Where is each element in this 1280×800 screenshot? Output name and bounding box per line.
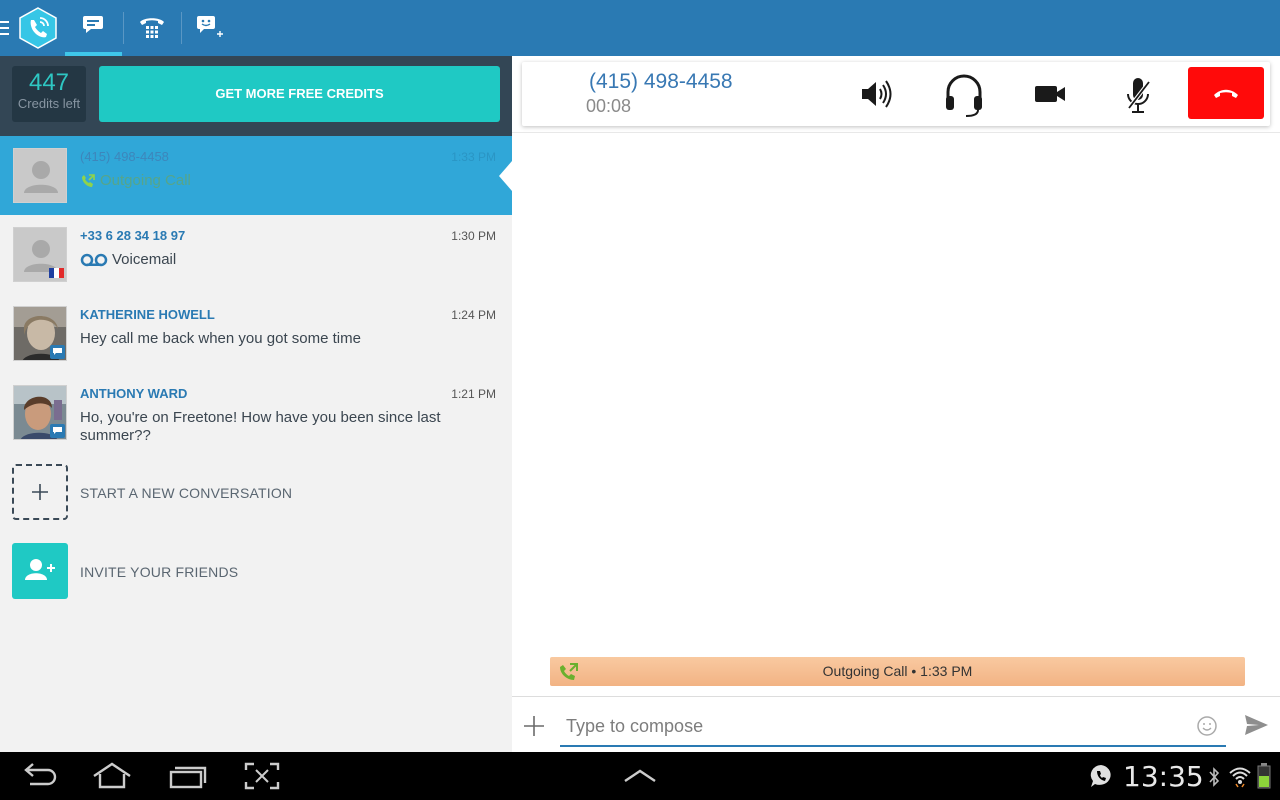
app-window: 447 Credits left GET MORE FREE CREDITS (… [0, 0, 1280, 752]
freetone-status-icon [1090, 765, 1111, 787]
top-bar [0, 0, 1280, 56]
plus-icon [32, 484, 48, 500]
conversation-preview-text: Hey call me back when you got some time [80, 330, 361, 347]
divider [512, 132, 1280, 133]
invite-friends-button[interactable]: INVITE YOUR FRIENDS [0, 543, 512, 603]
conversation-preview: Ho, you're on Freetone! How have you bee… [80, 409, 480, 445]
hamburger-icon[interactable] [0, 21, 9, 35]
conversation-preview: Outgoing Call [80, 172, 480, 190]
home-icon[interactable] [91, 762, 133, 790]
default-avatar-icon [14, 228, 66, 281]
conversation-list-panel: 447 Credits left GET MORE FREE CREDITS (… [0, 56, 512, 752]
video-camera-icon [1035, 86, 1065, 102]
battery-icon [1257, 763, 1271, 789]
conversation-detail-panel: (415) 498-4458 00:08 Outgoing Call • 1:3… [512, 56, 1280, 752]
chat-bubble-icon [83, 16, 103, 33]
chat-badge-icon [50, 345, 65, 359]
contact-photo [14, 386, 66, 439]
add-person-icon [25, 559, 55, 580]
hang-up-button[interactable] [1188, 67, 1264, 119]
new-message-icon [197, 16, 223, 37]
call-duration: 00:08 [586, 96, 632, 116]
avatar [13, 306, 67, 361]
contact-photo [14, 307, 66, 360]
avatar [13, 385, 67, 440]
conversation-item[interactable]: ANTHONY WARD 1:21 PM Ho, you're on Freet… [0, 373, 512, 452]
active-call-card: (415) 498-4458 00:08 [522, 62, 1270, 126]
call-number: (415) 498-4458 [589, 70, 733, 93]
system-nav-bar: 13:35 [0, 752, 1280, 800]
conversation-item[interactable]: +33 6 28 34 18 97 1:30 PM Voicemail [0, 215, 512, 294]
telephone-keypad-icon [140, 18, 164, 38]
get-free-credits-button[interactable]: GET MORE FREE CREDITS [99, 66, 500, 122]
freetone-logo-icon[interactable] [18, 7, 58, 49]
conversation-preview-text: Voicemail [112, 251, 177, 268]
conversation-preview-text: Ho, you're on Freetone! How have you bee… [80, 409, 441, 444]
speaker-button[interactable] [852, 70, 900, 118]
conversation-time: 1:33 PM [451, 150, 496, 164]
credits-counter: 447 Credits left [12, 66, 86, 122]
start-new-conversation-label: START A NEW CONVERSATION [80, 485, 293, 501]
headset-button[interactable] [940, 70, 988, 118]
conversation-name: (415) 498-4458 [80, 149, 169, 164]
status-clock: 13:35 [1123, 760, 1204, 793]
conversation-name: KATHERINE HOWELL [80, 307, 215, 322]
mute-microphone-icon [1127, 78, 1151, 113]
france-flag-icon [49, 268, 64, 278]
new-conversation-box [12, 464, 68, 520]
attach-plus-icon[interactable] [522, 714, 546, 738]
send-icon[interactable] [1243, 713, 1269, 737]
conversation-preview-text: Outgoing Call [100, 172, 191, 189]
conversation-preview: Hey call me back when you got some time [80, 330, 480, 348]
recent-apps-icon[interactable] [168, 762, 208, 790]
call-event-text: Outgoing Call • 1:33 PM [822, 663, 973, 679]
conversation-time: 1:21 PM [451, 387, 496, 401]
credits-label: Credits left [17, 96, 81, 111]
video-button[interactable] [1027, 70, 1075, 118]
conversation-name: ANTHONY WARD [80, 386, 188, 401]
mute-button[interactable] [1114, 70, 1162, 118]
headset-icon [946, 74, 982, 117]
selection-pointer [499, 161, 512, 191]
call-event-banner: Outgoing Call • 1:33 PM [550, 657, 1245, 686]
compose-input[interactable] [560, 707, 1226, 747]
conversation-item[interactable]: (415) 498-4458 1:33 PM Outgoing Call [0, 136, 512, 215]
credits-bar: 447 Credits left GET MORE FREE CREDITS [0, 56, 512, 136]
conversation-time: 1:30 PM [451, 229, 496, 243]
avatar [13, 227, 67, 282]
emoji-icon[interactable] [1196, 715, 1218, 737]
conversation-time: 1:24 PM [451, 308, 496, 322]
default-avatar-icon [14, 149, 66, 202]
tab-new-message[interactable] [182, 0, 238, 56]
avatar [13, 148, 67, 203]
outgoing-call-icon [82, 174, 95, 188]
speaker-icon [862, 80, 892, 108]
conversation-preview: Voicemail [80, 251, 480, 269]
compose-bar [512, 696, 1280, 752]
start-new-conversation-button[interactable]: START A NEW CONVERSATION [0, 464, 512, 524]
voicemail-icon [80, 253, 108, 267]
hang-up-icon [1214, 89, 1238, 98]
invite-box [12, 543, 68, 599]
screenshot-icon[interactable] [244, 762, 280, 790]
bluetooth-icon [1209, 767, 1220, 787]
invite-friends-label: INVITE YOUR FRIENDS [80, 564, 239, 580]
tab-dialer[interactable] [124, 0, 180, 56]
tab-conversations[interactable] [65, 0, 122, 56]
credits-value: 447 [28, 69, 70, 96]
up-arrow-icon[interactable] [622, 768, 658, 784]
chat-badge-icon [50, 424, 65, 438]
wifi-icon [1229, 767, 1251, 788]
conversation-item[interactable]: KATHERINE HOWELL 1:24 PM Hey call me bac… [0, 294, 512, 373]
conversation-name: +33 6 28 34 18 97 [80, 228, 186, 243]
back-icon[interactable] [20, 762, 58, 790]
